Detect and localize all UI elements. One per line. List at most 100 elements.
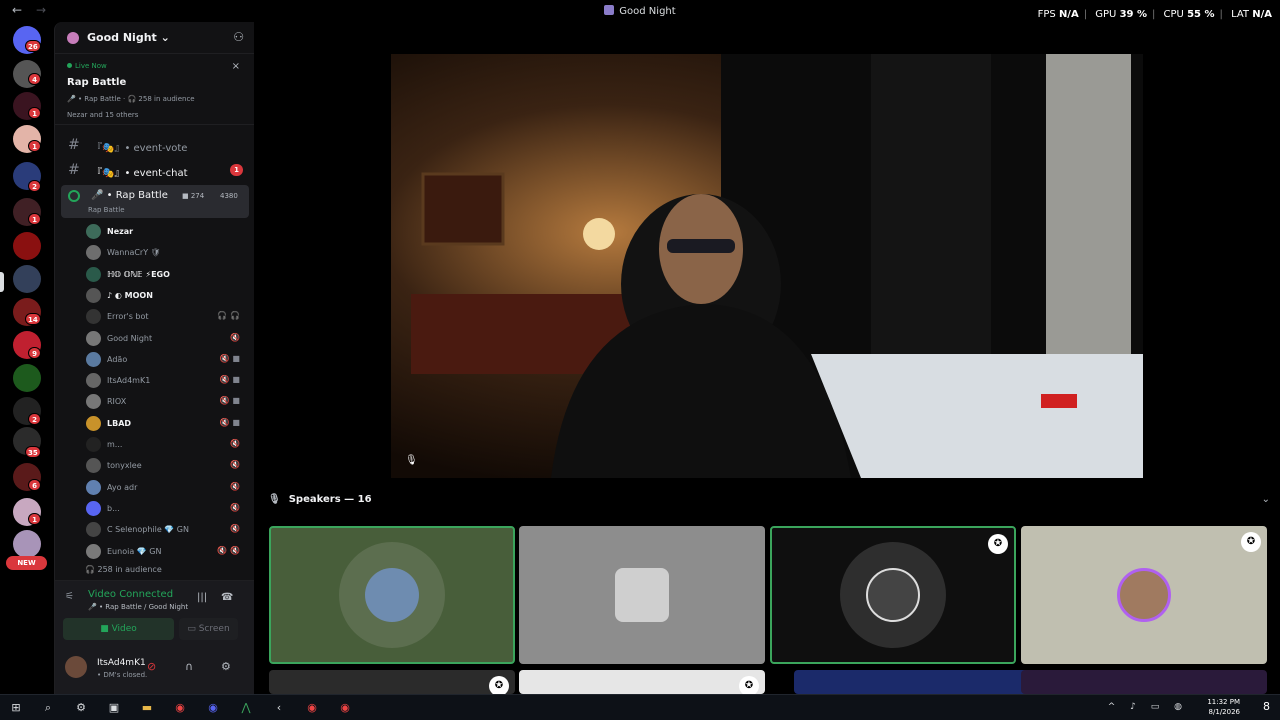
voice-user[interactable]: Error's bot 🎧🎧: [85, 306, 249, 327]
server-icon[interactable]: [13, 364, 41, 392]
voice-user[interactable]: LBAD 🔇■: [85, 413, 249, 434]
app-icon[interactable]: ◉: [338, 701, 352, 715]
voice-user[interactable]: Ayo adr 🔇: [85, 477, 249, 498]
speaker-tile[interactable]: [794, 670, 1040, 694]
hash-icon: #: [68, 162, 80, 178]
chrome-icon[interactable]: ◉: [173, 701, 187, 715]
home-badge: 26: [25, 40, 41, 52]
channel-event-vote[interactable]: # 『🎭』• event-vote: [61, 134, 249, 156]
speaker-tile[interactable]: ✪: [519, 670, 765, 694]
voice-user-name: LBAD: [107, 418, 132, 428]
user-name[interactable]: ItsAd4mK1: [97, 658, 146, 668]
chevron-down-icon[interactable]: ⌄: [1262, 494, 1270, 505]
system-tray[interactable]: ^ ♪ ▭ ◍: [1108, 702, 1188, 712]
voice-user[interactable]: tonyxlee 🔇: [85, 455, 249, 476]
video-button[interactable]: ■ Video: [63, 618, 174, 640]
camera-count: ■ 274: [182, 192, 205, 200]
mute-icon[interactable]: ⊘: [147, 660, 156, 673]
guild-header[interactable]: Good Night ⌄ ⚇: [55, 22, 254, 54]
voice-user[interactable]: m... 🔇: [85, 434, 249, 455]
stream-image: [391, 54, 1143, 478]
store-icon[interactable]: ▣: [107, 701, 121, 715]
live-others-line: Nezar and 15 others: [67, 111, 139, 119]
headphones-icon[interactable]: ∩: [185, 660, 193, 673]
folder-icon[interactable]: ▬: [140, 701, 154, 715]
disconnect-icon[interactable]: ☎: [221, 592, 233, 603]
voice-user-name: Ayo adr: [107, 482, 138, 492]
app-icon[interactable]: ⋀: [239, 701, 253, 715]
notification-icon[interactable]: 8: [1263, 700, 1270, 713]
gear-icon[interactable]: ⚙: [74, 701, 88, 715]
server-badge: 4: [28, 73, 41, 85]
voice-user[interactable]: Adão 🔇■: [85, 349, 249, 370]
speaker-tile[interactable]: ✪: [770, 526, 1016, 664]
audience-line[interactable]: 🎧 258 in audience: [85, 565, 162, 574]
voice-user[interactable]: ItsAd4mK1 🔇■: [85, 370, 249, 391]
live-now-card[interactable]: Live Now × Rap Battle 🎤 • Rap Battle · 🎧…: [55, 55, 254, 125]
server-badge: 14: [25, 313, 41, 325]
voice-user-name: Adão: [107, 354, 128, 364]
channel-event-chat[interactable]: # 『🎭』• event-chat 1: [61, 159, 249, 181]
voice-user[interactable]: Good Night 🔇: [85, 328, 249, 349]
clock[interactable]: 11:32 PM 8/1/2026: [1207, 697, 1240, 717]
voice-user-name: Nezar: [107, 227, 134, 236]
server-badge: 2: [28, 413, 41, 425]
avatar: [86, 245, 101, 261]
server-badge: 1: [28, 513, 41, 525]
avatar: [1117, 568, 1171, 622]
voice-user[interactable]: Nezar: [85, 221, 249, 242]
voice-user[interactable]: C Selenophile 💎 GN 🔇: [85, 519, 249, 540]
avatar: [86, 522, 101, 538]
speaker-tile[interactable]: ✪: [269, 670, 515, 694]
voice-channel-rap-battle[interactable]: 🎤 • Rap Battle Rap Battle ■ 274 4380: [61, 185, 249, 218]
selected-pip: [0, 272, 4, 292]
video-stream[interactable]: 🎙: [391, 54, 1143, 478]
voice-user[interactable]: ℍ𝕆 𝕆ℕ𝔼 ⚡EGO: [85, 264, 249, 285]
muted-mic-icon: 🎙: [405, 455, 418, 466]
voice-state-icons: 🔇■: [219, 375, 243, 385]
add-user-icon[interactable]: ⚇: [233, 30, 244, 44]
search-icon[interactable]: ⌕: [41, 701, 55, 715]
server-icon[interactable]: [13, 265, 41, 293]
voice-user[interactable]: WannaCrY 🛡: [85, 242, 249, 263]
voice-state-icons: 🔇■: [219, 396, 243, 406]
signal-icon[interactable]: ⚟: [65, 591, 74, 602]
live-stage-line: 🎤 • Rap Battle · 🎧 258 in audience: [67, 95, 195, 103]
voice-state-icons: 🔇■: [219, 353, 243, 363]
chrome-icon[interactable]: ◉: [305, 701, 319, 715]
soundboard-icon[interactable]: |||: [197, 592, 207, 603]
server-icon[interactable]: [13, 530, 41, 558]
voice-user-name: m...: [107, 440, 123, 449]
voice-state-icons: 🔇🔇: [217, 545, 243, 555]
voice-state-icons: 🔇: [230, 439, 243, 448]
server-badge: 35: [25, 446, 41, 458]
speaker-tile[interactable]: [519, 526, 765, 664]
speaker-tile[interactable]: [269, 526, 515, 664]
speaker-tile[interactable]: ✪: [1021, 526, 1267, 664]
server-icon[interactable]: [13, 232, 41, 260]
voice-status[interactable]: Video Connected: [88, 589, 173, 600]
speaker-tile[interactable]: [1021, 670, 1267, 694]
channel-sidebar: Good Night ⌄ ⚇ Live Now × Rap Battle 🎤 •…: [54, 22, 254, 694]
voice-user[interactable]: RIOX 🔇■: [85, 391, 249, 412]
server-rail: 26 4 1 1 2 1 14 9 2 35 6 1 NEW: [0, 22, 54, 694]
avatar[interactable]: [65, 656, 87, 678]
screen-button[interactable]: ▭ Screen: [179, 618, 238, 640]
voice-user[interactable]: b... 🔇: [85, 498, 249, 519]
discord-icon[interactable]: ◉: [206, 701, 220, 715]
new-badge: NEW: [6, 556, 47, 570]
perf-overlay: FPS N/A | GPU 39 % | CPU 55 % | LAT N/A: [1037, 9, 1272, 20]
stage-view: 🎙 🎙 Speakers — 16 ⌄ ✪ ✪ ✪ ✪: [254, 22, 1280, 694]
voice-user-name: ♪ ◐ MOON: [107, 290, 153, 300]
app-icon[interactable]: ‹: [272, 701, 286, 715]
voice-state-icons: 🔇: [230, 502, 243, 512]
avatar: [86, 287, 101, 303]
voice-user[interactable]: ♪ ◐ MOON: [85, 285, 249, 306]
avatar: [86, 437, 101, 452]
live-title: Rap Battle: [67, 77, 127, 88]
gear-icon[interactable]: ⚙: [221, 660, 231, 673]
voice-user[interactable]: Eunoia 💎 GN 🔇🔇: [85, 541, 249, 562]
windows-start-icon[interactable]: ⊞: [9, 701, 23, 715]
avatar: [86, 543, 101, 559]
close-icon[interactable]: ×: [232, 61, 240, 72]
